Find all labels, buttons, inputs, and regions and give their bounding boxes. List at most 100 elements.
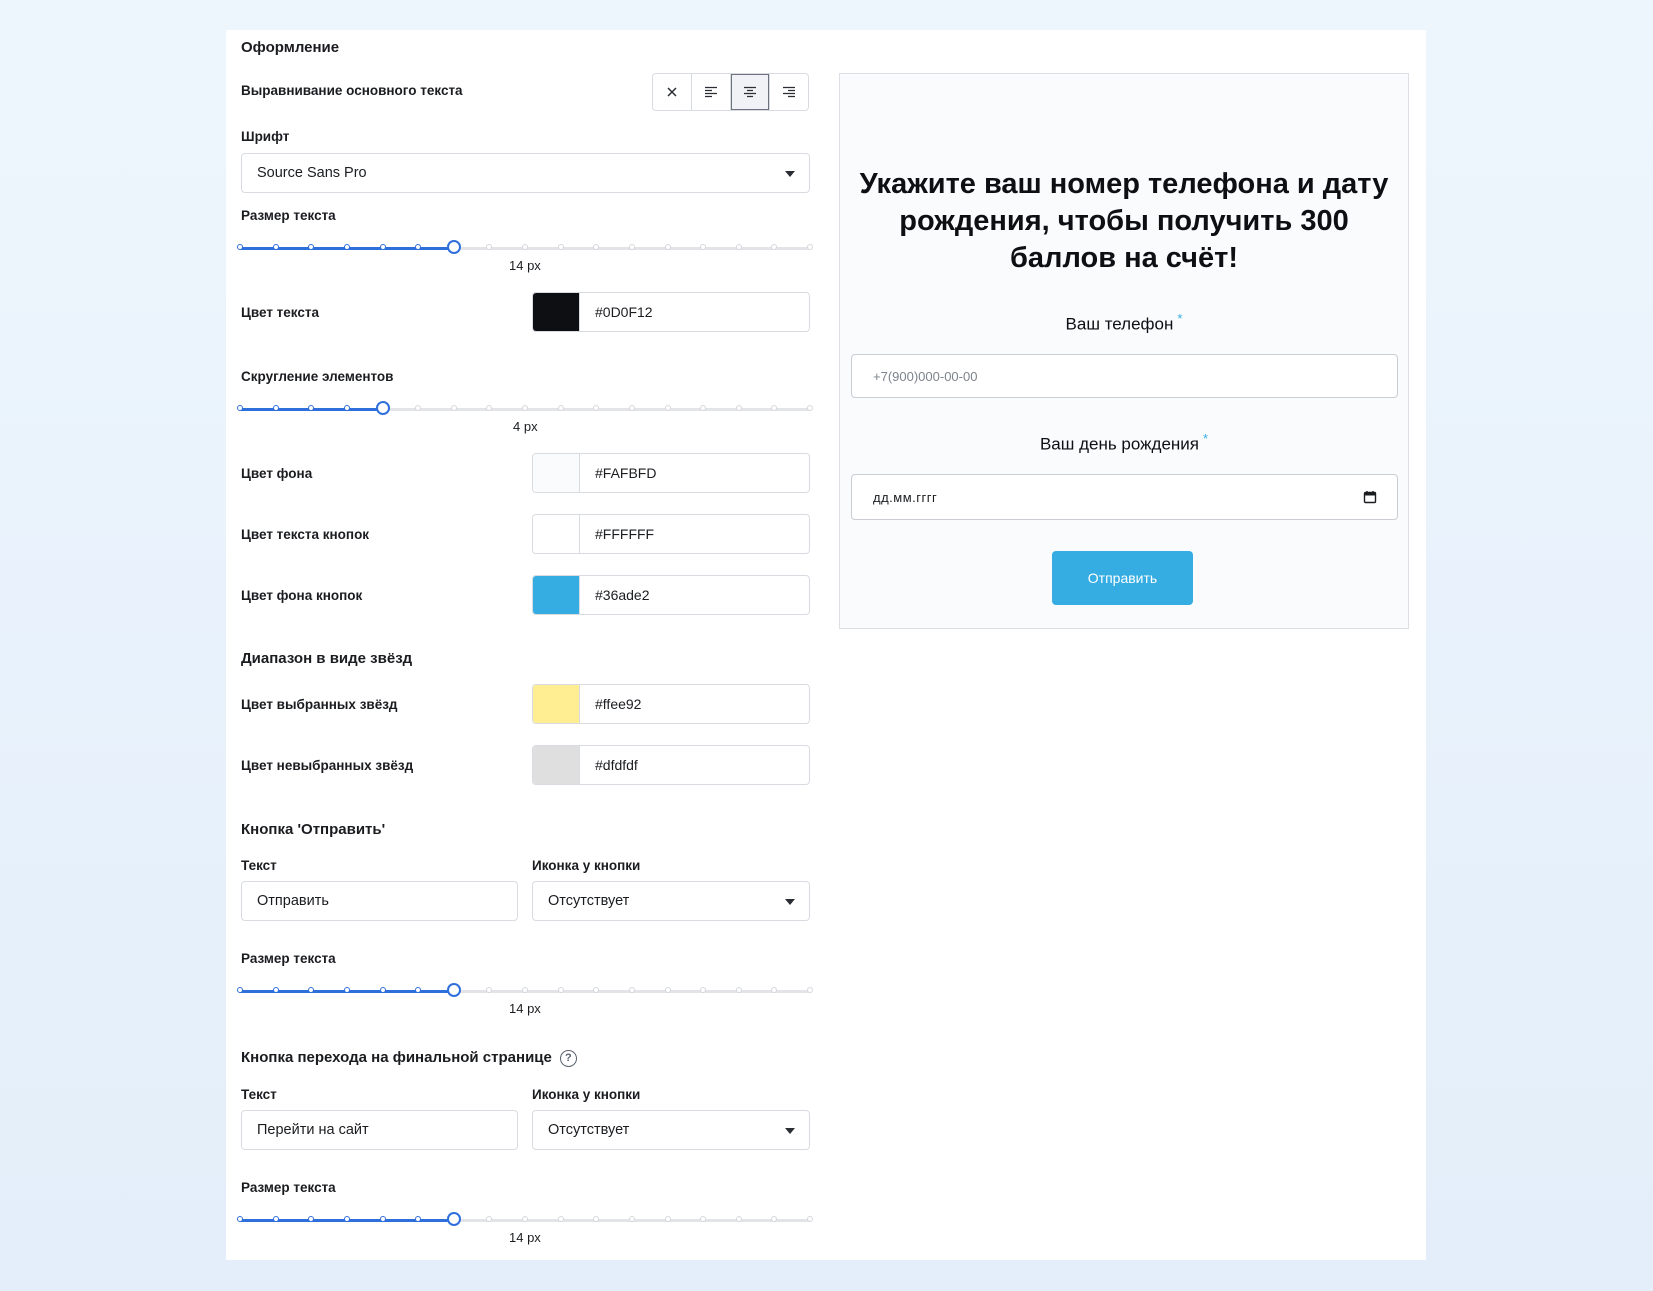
align-left-icon bbox=[705, 86, 717, 98]
slider-step[interactable] bbox=[379, 987, 386, 993]
stars-selected-swatch[interactable] bbox=[533, 685, 580, 723]
phone-input[interactable]: +7(900)000-00-00 bbox=[851, 354, 1398, 398]
align-center-button[interactable] bbox=[731, 74, 770, 110]
stars-unselected-label: Цвет невыбранных звёзд bbox=[241, 758, 414, 773]
submit-icon-value: Отсутствует bbox=[548, 893, 630, 909]
slider-thumb[interactable] bbox=[375, 401, 390, 415]
text-size-slider[interactable] bbox=[237, 240, 813, 256]
help-icon[interactable]: ? bbox=[559, 1049, 577, 1067]
slider-step[interactable] bbox=[272, 1216, 279, 1222]
btn-text-color-field[interactable]: #FFFFFF bbox=[532, 514, 810, 554]
bg-color-field[interactable]: #FAFBFD bbox=[532, 453, 810, 493]
slider-step[interactable] bbox=[807, 244, 813, 250]
slider-step[interactable] bbox=[664, 405, 671, 411]
settings-panel: Оформление Выравнивание основного текста… bbox=[226, 30, 1426, 1260]
slider-step[interactable] bbox=[522, 244, 528, 250]
preview-submit-button[interactable]: Отправить bbox=[1052, 551, 1193, 605]
slider-thumb[interactable] bbox=[446, 1212, 461, 1226]
slider-step[interactable] bbox=[628, 244, 635, 250]
submit-text-input[interactable]: Отправить bbox=[241, 881, 518, 921]
stars-selected-label: Цвет выбранных звёзд bbox=[241, 697, 398, 712]
text-color-field[interactable]: #0D0F12 bbox=[532, 292, 810, 332]
stars-unselected-field[interactable]: #dfdfdf bbox=[532, 745, 810, 785]
slider-step[interactable] bbox=[557, 244, 564, 250]
birthday-input[interactable]: дд.мм.гггг bbox=[851, 474, 1398, 520]
submit-size-value: 14 px bbox=[509, 1001, 541, 1016]
slider-step[interactable] bbox=[557, 405, 564, 411]
alignment-button-group bbox=[652, 73, 809, 111]
stars-selected-value: #ffee92 bbox=[595, 696, 642, 712]
radius-slider[interactable] bbox=[237, 401, 813, 417]
slider-step[interactable] bbox=[343, 1216, 350, 1222]
slider-step[interactable] bbox=[343, 987, 350, 993]
slider-step[interactable] bbox=[664, 987, 671, 993]
slider-step[interactable] bbox=[628, 1216, 635, 1222]
birthday-placeholder: дд.мм.гггг bbox=[873, 490, 938, 505]
final-size-slider[interactable] bbox=[237, 1212, 813, 1228]
slider-step[interactable] bbox=[237, 405, 243, 411]
text-color-swatch[interactable] bbox=[533, 293, 580, 331]
slider-step[interactable] bbox=[628, 405, 635, 411]
text-color-value: #0D0F12 bbox=[595, 304, 653, 320]
font-select[interactable]: Source Sans Pro bbox=[241, 153, 810, 193]
final-size-value: 14 px bbox=[509, 1230, 541, 1245]
align-center-icon bbox=[744, 86, 756, 98]
btn-text-color-swatch[interactable] bbox=[533, 515, 580, 553]
required-mark: * bbox=[1203, 431, 1209, 446]
phone-label: Ваш телефон * bbox=[840, 311, 1408, 335]
slider-step[interactable] bbox=[807, 1216, 813, 1222]
slider-step[interactable] bbox=[807, 987, 813, 993]
section-title-final-button: Кнопка перехода на финальной странице? bbox=[241, 1049, 577, 1067]
align-right-icon bbox=[783, 86, 795, 98]
slider-step[interactable] bbox=[557, 987, 564, 993]
align-none-button[interactable] bbox=[653, 74, 692, 110]
calendar-icon[interactable] bbox=[1363, 490, 1377, 504]
font-label: Шрифт bbox=[241, 129, 290, 144]
slider-step[interactable] bbox=[343, 244, 350, 250]
bg-color-value: #FAFBFD bbox=[595, 465, 657, 481]
btn-bg-color-swatch[interactable] bbox=[533, 576, 580, 614]
slider-thumb[interactable] bbox=[446, 240, 461, 254]
slider-step[interactable] bbox=[379, 244, 386, 250]
slider-step[interactable] bbox=[735, 405, 742, 411]
final-icon-select[interactable]: Отсутствует bbox=[532, 1110, 810, 1150]
slider-step[interactable] bbox=[237, 987, 243, 993]
final-text-input[interactable]: Перейти на сайт bbox=[241, 1110, 518, 1150]
slider-step[interactable] bbox=[522, 987, 528, 993]
slider-step[interactable] bbox=[735, 987, 742, 993]
slider-step[interactable] bbox=[735, 244, 742, 250]
slider-step[interactable] bbox=[522, 405, 528, 411]
phone-placeholder: +7(900)000-00-00 bbox=[873, 369, 978, 384]
stars-selected-field[interactable]: #ffee92 bbox=[532, 684, 810, 724]
btn-bg-color-field[interactable]: #36ade2 bbox=[532, 575, 810, 615]
align-left-button[interactable] bbox=[692, 74, 731, 110]
slider-step[interactable] bbox=[272, 244, 279, 250]
slider-step[interactable] bbox=[379, 1216, 386, 1222]
section-title-submit-button: Кнопка 'Отправить' bbox=[241, 821, 386, 838]
final-button-title-text: Кнопка перехода на финальной странице bbox=[241, 1049, 552, 1066]
bg-color-swatch[interactable] bbox=[533, 454, 580, 492]
submit-icon-label: Иконка у кнопки bbox=[532, 858, 641, 873]
final-size-label: Размер текста bbox=[241, 1180, 336, 1195]
slider-step[interactable] bbox=[807, 405, 813, 411]
submit-icon-select[interactable]: Отсутствует bbox=[532, 881, 810, 921]
slider-step[interactable] bbox=[272, 987, 279, 993]
slider-step[interactable] bbox=[343, 405, 350, 411]
slider-step[interactable] bbox=[522, 1216, 528, 1222]
slider-step[interactable] bbox=[735, 1216, 742, 1222]
slider-step[interactable] bbox=[664, 1216, 671, 1222]
slider-step[interactable] bbox=[664, 244, 671, 250]
section-title-stars: Диапазон в виде звёзд bbox=[241, 650, 413, 667]
chevron-down-icon bbox=[785, 171, 795, 177]
slider-step[interactable] bbox=[272, 405, 279, 411]
slider-step[interactable] bbox=[237, 244, 243, 250]
btn-bg-color-value: #36ade2 bbox=[595, 587, 650, 603]
slider-step[interactable] bbox=[628, 987, 635, 993]
slider-thumb[interactable] bbox=[446, 983, 461, 997]
stars-unselected-swatch[interactable] bbox=[533, 746, 580, 784]
slider-step[interactable] bbox=[237, 1216, 243, 1222]
submit-size-slider[interactable] bbox=[237, 983, 813, 999]
align-right-button[interactable] bbox=[770, 74, 808, 110]
slider-step[interactable] bbox=[450, 405, 457, 411]
slider-step[interactable] bbox=[557, 1216, 564, 1222]
